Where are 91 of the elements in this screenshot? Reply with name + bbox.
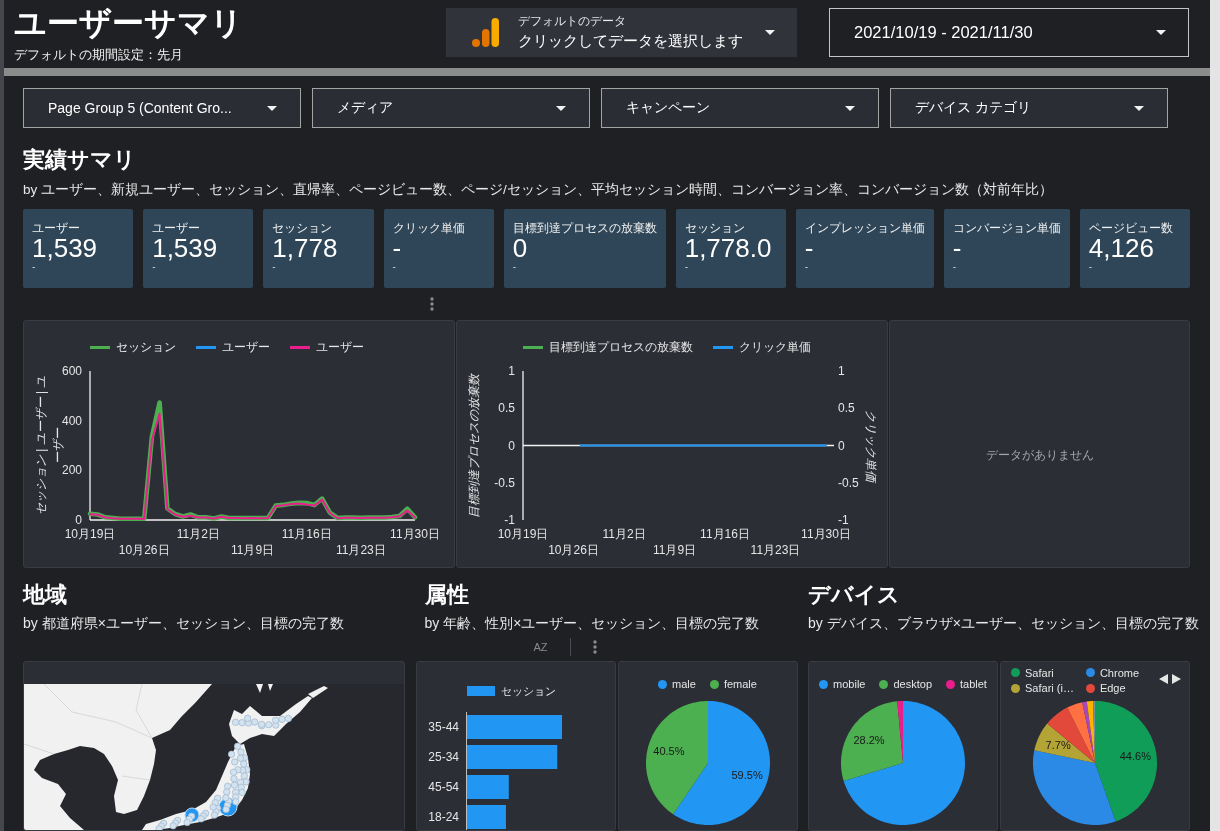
legend-label: desktop bbox=[893, 677, 932, 691]
kpi-value: 1,778 bbox=[272, 235, 338, 261]
page-subtitle: デフォルトの期間設定：先月 bbox=[14, 46, 183, 64]
axis-tick-label: 25-34 bbox=[427, 750, 459, 764]
slice-label: 28.2% bbox=[853, 734, 885, 747]
axis-tick-label: 10月26日 bbox=[548, 543, 599, 557]
axis-tick-label: 11月2日 bbox=[176, 527, 220, 541]
legend-label: mobile bbox=[833, 677, 866, 691]
kpi-label: インプレッション単価 bbox=[804, 221, 925, 235]
axis-tick-label: 0 bbox=[508, 438, 515, 453]
section-subtitle: by ユーザー、新規ユーザー、セッション、直帰率、ページビュー数、ページ/セッション、平均セッション時間、コンバージョン率、コンバージョン数（対前年比） bbox=[23, 181, 1053, 199]
legend-label: Safari (i… bbox=[1025, 681, 1074, 696]
section-subtitle: by 年齢、性別×ユーザー、セッション、目標の完了数 bbox=[424, 614, 760, 633]
axis-tick-label: 600 bbox=[61, 364, 82, 378]
legend-label: ユーザー bbox=[316, 338, 364, 356]
axis-tick-label: 0 bbox=[838, 438, 845, 453]
kpi-label: ユーザー bbox=[32, 221, 80, 235]
axis-tick-label: 1 bbox=[508, 364, 515, 378]
legend-label: Chrome bbox=[1099, 665, 1140, 680]
kpi-change: - bbox=[152, 261, 156, 273]
axis-tick-label: 11月16日 bbox=[281, 527, 332, 541]
section-title: 属性 bbox=[424, 581, 469, 609]
legend-label: ユーザー bbox=[222, 338, 270, 356]
axis-tick-label: -0.5 bbox=[838, 475, 859, 490]
legend-label: セッション bbox=[116, 338, 176, 356]
kpi-change: - bbox=[512, 261, 517, 273]
axis-tick-label: 0.5 bbox=[498, 401, 515, 416]
axis-tick-label: 0.5 bbox=[838, 401, 855, 416]
kpi-change: - bbox=[1088, 261, 1093, 273]
kpi-label: ユーザー bbox=[152, 221, 201, 235]
slice-label: 7.7% bbox=[1045, 739, 1071, 752]
kpi-change: - bbox=[32, 261, 36, 273]
kpi-value: - bbox=[952, 235, 962, 261]
axis-tick-label: -1 bbox=[504, 513, 515, 527]
axis-tick-label: 10月19日 bbox=[497, 527, 549, 541]
axis-tick-label: 0 bbox=[75, 513, 82, 527]
axis-tick-label: -1 bbox=[838, 513, 849, 527]
legend-label: クリック単価 bbox=[739, 338, 811, 356]
axis-title: クリック単価 bbox=[864, 409, 878, 482]
kpi-value: 1,539 bbox=[152, 235, 218, 261]
page-title: ユーザーサマリ bbox=[14, 4, 243, 42]
kpi-label: セッション bbox=[684, 221, 745, 235]
axis-tick-label: 11月2日 bbox=[602, 527, 646, 541]
legend-label: Safari bbox=[1025, 665, 1054, 680]
no-data-message: データがありません bbox=[985, 446, 1094, 464]
kpi-value: - bbox=[392, 235, 402, 261]
section-subtitle: by デバイス、ブラウザ×ユーザー、セッション、目標の完了数 bbox=[808, 614, 1199, 633]
axis-tick-label: 11月16日 bbox=[700, 527, 750, 541]
kpi-change: - bbox=[272, 261, 276, 273]
section-title: デバイス bbox=[808, 581, 900, 609]
legend-label: Edge bbox=[1099, 681, 1126, 696]
kpi-change: - bbox=[952, 261, 957, 273]
axis-title: 目標到達プロセスの放棄数 bbox=[467, 373, 481, 518]
axis-tick-label: 35-44 bbox=[427, 720, 459, 734]
legend-label: female bbox=[723, 677, 757, 691]
axis-tick-label: 10月26日 bbox=[118, 543, 170, 557]
kpi-change: - bbox=[392, 261, 396, 273]
axis-tick-label: 11月9日 bbox=[230, 543, 275, 557]
kpi-value: 4,126 bbox=[1088, 235, 1154, 261]
axis-tick-label: -0.5 bbox=[494, 475, 515, 490]
kpi-label: コンバージョン単価 bbox=[952, 221, 1061, 235]
kpi-label: クリック単価 bbox=[392, 221, 465, 235]
kpi-value: 1,539 bbox=[32, 235, 98, 261]
kpi-value: 1,778.0 bbox=[684, 235, 772, 261]
axis-tick-label: 18-24 bbox=[427, 810, 459, 824]
axis-tick-label: 11月9日 bbox=[652, 543, 697, 557]
axis-tick-label: 1 bbox=[838, 364, 845, 378]
section-subtitle: by 都道府県×ユーザー、セッション、目標の完了数 bbox=[23, 614, 344, 633]
legend-label: tablet bbox=[960, 677, 987, 691]
axis-tick-label: 10月19日 bbox=[64, 527, 116, 541]
section-title: 実績サマリ bbox=[23, 146, 136, 174]
kpi-label: セッション bbox=[272, 221, 333, 235]
axis-tick-label: 11月30日 bbox=[390, 527, 440, 541]
axis-tick-label: 400 bbox=[61, 413, 82, 428]
slice-label: 40.5% bbox=[652, 744, 684, 757]
section-title: 地域 bbox=[23, 581, 67, 609]
kpi-label: ページビュー数 bbox=[1088, 221, 1173, 235]
kpi-label: 目標到達プロセスの放棄数 bbox=[512, 221, 657, 235]
kpi-change: - bbox=[684, 261, 689, 273]
legend-label: セッション bbox=[500, 683, 556, 699]
kpi-value: - bbox=[804, 235, 814, 261]
axis-tick-label: 11月23日 bbox=[750, 543, 801, 557]
axis-tick-label: 45-54 bbox=[427, 780, 459, 794]
legend-label: 目標到達プロセスの放棄数 bbox=[549, 338, 693, 356]
axis-tick-label: 11月23日 bbox=[335, 543, 386, 557]
kpi-value: 0 bbox=[512, 235, 528, 261]
slice-label: 44.6% bbox=[1119, 750, 1151, 763]
legend-label: male bbox=[672, 677, 696, 691]
kpi-change: - bbox=[804, 261, 809, 273]
slice-label: 59.5% bbox=[731, 769, 763, 782]
axis-tick-label: 11月30日 bbox=[801, 527, 851, 541]
